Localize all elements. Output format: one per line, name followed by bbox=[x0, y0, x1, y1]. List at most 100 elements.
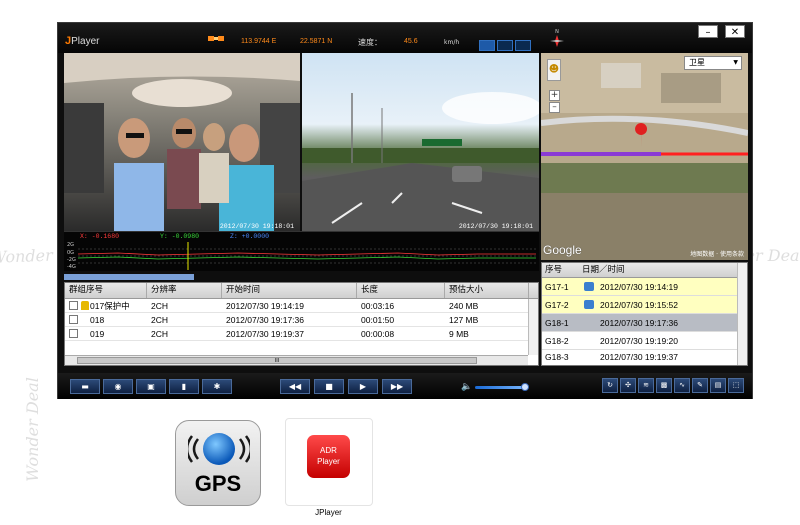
snapshot-button[interactable]: ◉ bbox=[103, 379, 133, 394]
save-button[interactable]: ▣ bbox=[136, 379, 166, 394]
col-header-size[interactable]: 预估大小 bbox=[445, 283, 529, 298]
row-checkbox[interactable] bbox=[69, 328, 78, 338]
layers-icon: ≋ bbox=[643, 381, 649, 389]
tools-button[interactable]: ✎ bbox=[692, 378, 708, 393]
zoom-out-button[interactable]: – bbox=[549, 102, 560, 113]
row-start-time: 2012/07/30 19:17:36 bbox=[226, 314, 304, 325]
settings-button[interactable]: ✱ bbox=[202, 379, 232, 394]
open-folder-button[interactable]: ▬ bbox=[70, 379, 100, 394]
row-start-time: 2012/07/30 19:19:37 bbox=[226, 328, 304, 339]
segment-datetime: 2012/07/30 19:15:52 bbox=[600, 300, 678, 310]
cabin-scene-image bbox=[64, 53, 300, 231]
graph-button[interactable]: ∿ bbox=[674, 378, 690, 393]
cabin-camera-view[interactable]: 2012/07/30 19:18:01 bbox=[64, 53, 300, 231]
segment-id: G17-1 bbox=[545, 282, 569, 292]
rewind-button[interactable]: ◀◀ bbox=[280, 379, 310, 394]
layout-road-button[interactable] bbox=[515, 40, 531, 51]
gsensor-waveform[interactable]: X: -0.1680 Y: -0.0980 Z: +0.0000 2G 0G -… bbox=[64, 231, 539, 280]
cabin-timestamp: 2012/07/30 19:18:01 bbox=[219, 223, 294, 230]
lock-button[interactable]: ▤ bbox=[710, 378, 726, 393]
row-size: 240 MB bbox=[449, 300, 479, 311]
col-header-datetime[interactable]: 日期／时间 bbox=[582, 263, 625, 277]
control-bar: ▬ ◉ ▣ ▮ ✱ ◀◀ ■ ▶ ▶▶ 🔈 ↻ ✣ ≋ ▩ ∿ ✎ ▤ ⬚ bbox=[58, 373, 752, 399]
col-header-start-time[interactable]: 开始时间 bbox=[222, 283, 357, 298]
fast-forward-button[interactable]: ▶▶ bbox=[382, 379, 412, 394]
speed-label: 速度： bbox=[358, 38, 382, 47]
road-camera-view[interactable]: 2012/07/30 19:18:01 bbox=[302, 53, 539, 231]
jplayer-window: JPlayer 113.9744 E 22.5871 N 速度： 45.6 km… bbox=[57, 22, 753, 399]
waveform-traces bbox=[78, 242, 536, 270]
play-button[interactable]: ▶ bbox=[348, 379, 378, 394]
segment-id: G18-2 bbox=[545, 336, 569, 346]
fullscreen-icon: ⬚ bbox=[732, 381, 740, 389]
minimize-button[interactable]: – bbox=[698, 25, 718, 38]
segment-row[interactable]: G18-2 2012/07/30 19:19:20 bbox=[542, 332, 747, 350]
file-list-table: 群组序号 分辨率 开始时间 长度 预估大小 017保护中 2CH 2012/07… bbox=[64, 282, 539, 366]
file-table-hscroll[interactable]: III bbox=[65, 355, 528, 365]
segment-id: G17-2 bbox=[545, 300, 569, 310]
player-text: Player bbox=[317, 457, 340, 466]
hscroll-thumb[interactable]: III bbox=[77, 357, 477, 364]
stop-button[interactable]: ■ bbox=[314, 379, 344, 394]
row-resolution: 2CH bbox=[151, 328, 169, 339]
layout-cabin-button[interactable] bbox=[497, 40, 513, 51]
row-group-id: 017保护中 bbox=[90, 300, 130, 311]
segment-row-selected[interactable]: G18-1 2012/07/30 19:17:36 bbox=[542, 314, 747, 332]
col-header-group[interactable]: 群组序号 bbox=[65, 283, 147, 298]
segment-row[interactable]: G17-2 2012/07/30 19:15:52 bbox=[542, 296, 747, 314]
table-row[interactable]: 018 2CH 2012/07/30 19:17:36 00:01:50 127… bbox=[65, 313, 538, 327]
col-header-segment[interactable]: 序号 bbox=[545, 263, 562, 277]
lock-icon bbox=[81, 300, 89, 310]
app-logo: JPlayer bbox=[65, 35, 99, 47]
col-header-length[interactable]: 长度 bbox=[357, 283, 445, 298]
fullscreen-button[interactable]: ⬚ bbox=[728, 378, 744, 393]
adr-player-icon[interactable]: ADR Player bbox=[307, 435, 350, 478]
row-checkbox[interactable] bbox=[69, 300, 78, 310]
latitude-value: 22.5871 N bbox=[300, 38, 333, 45]
x-axis-value: X: -0.1680 bbox=[80, 233, 120, 240]
close-button[interactable]: ✕ bbox=[725, 25, 745, 38]
camera-icon bbox=[584, 300, 594, 309]
rotate-button[interactable]: ↻ bbox=[602, 378, 618, 393]
layout-dual-button[interactable] bbox=[479, 40, 495, 51]
layers-button[interactable]: ≋ bbox=[638, 378, 654, 393]
scale-bot: -4G bbox=[67, 264, 76, 270]
col-header-resolution[interactable]: 分辨率 bbox=[147, 283, 222, 298]
map-view[interactable]: ☻ + – 卫星 Google 地图数据 · 使用条款 bbox=[541, 53, 748, 260]
scale-top: 2G bbox=[67, 242, 75, 248]
road-timestamp: 2012/07/30 19:18:01 bbox=[458, 223, 533, 230]
segment-table-vscroll[interactable] bbox=[737, 263, 747, 365]
export-button[interactable]: ▩ bbox=[656, 378, 672, 393]
timeline-progress[interactable] bbox=[64, 274, 194, 280]
satellite-button[interactable]: ✣ bbox=[620, 378, 636, 393]
map-copyright[interactable]: 地图数据 · 使用条款 bbox=[690, 249, 744, 258]
segment-datetime: 2012/07/30 19:14:19 bbox=[600, 282, 678, 292]
segment-row[interactable]: G18-3 2012/07/30 19:19:37 bbox=[542, 350, 747, 361]
table-row[interactable]: 019 2CH 2012/07/30 19:19:37 00:00:08 9 M… bbox=[65, 327, 538, 341]
row-group-id: 018 bbox=[90, 314, 105, 325]
row-length: 00:00:08 bbox=[361, 328, 395, 339]
table-row[interactable]: 017保护中 2CH 2012/07/30 19:14:19 00:03:16 … bbox=[65, 299, 538, 313]
segment-datetime: 2012/07/30 19:17:36 bbox=[600, 318, 678, 328]
save-icon: ▣ bbox=[147, 382, 155, 391]
street-view-pegman-icon[interactable]: ☻ bbox=[547, 59, 561, 81]
delete-button[interactable]: ▮ bbox=[169, 379, 199, 394]
zoom-in-button[interactable]: + bbox=[549, 90, 560, 101]
z-axis-value: Z: +0.0000 bbox=[230, 233, 270, 240]
file-table-vscroll[interactable] bbox=[528, 299, 538, 355]
satellite-icon: ✣ bbox=[625, 381, 631, 389]
map-type-select[interactable]: 卫星 bbox=[684, 56, 742, 70]
google-logo: Google bbox=[543, 243, 582, 257]
scale-low: -2G bbox=[67, 257, 76, 263]
folder-icon: ▬ bbox=[81, 382, 89, 391]
row-checkbox[interactable] bbox=[69, 314, 78, 324]
segment-row[interactable]: G17-1 2012/07/30 19:14:19 bbox=[542, 278, 747, 296]
row-length: 00:01:50 bbox=[361, 314, 395, 325]
volume-icon[interactable]: 🔈 bbox=[461, 382, 472, 392]
satellite-map-image bbox=[541, 53, 748, 260]
compass-icon: N bbox=[548, 29, 566, 49]
jplayer-label: JPlayer bbox=[315, 508, 342, 517]
segment-table-header: 序号 日期／时间 bbox=[542, 263, 747, 278]
satellite-icon bbox=[208, 36, 224, 41]
volume-slider-handle[interactable] bbox=[521, 383, 529, 391]
